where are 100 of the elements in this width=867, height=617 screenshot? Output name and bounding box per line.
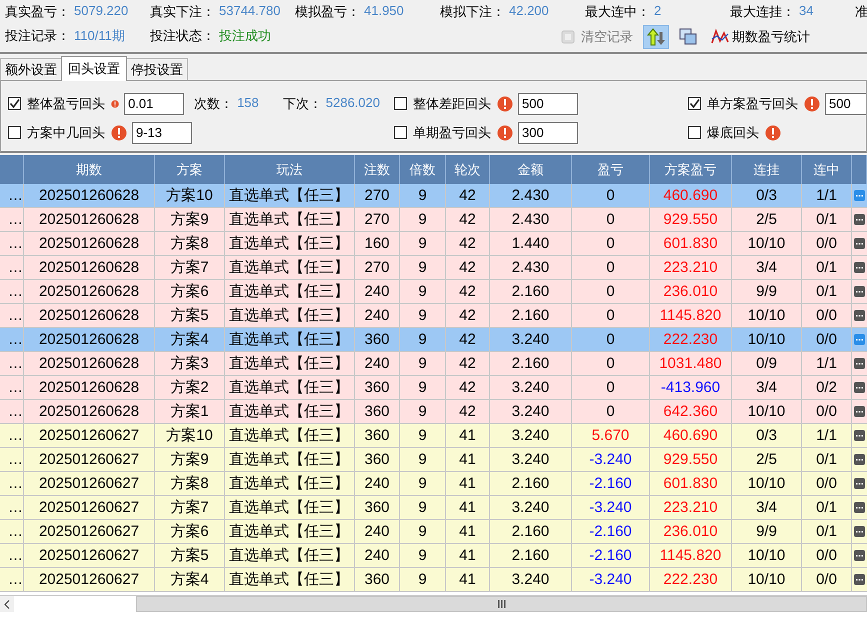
more-button-icon[interactable] [854, 502, 865, 513]
table-cell: 360 [364, 379, 390, 396]
table-cell: 2.430 [512, 187, 550, 204]
table-cell: 方案1 [170, 402, 209, 421]
table-cell: 9 [418, 331, 427, 348]
table-cell: -3.240 [589, 499, 632, 516]
table-row[interactable]: … 202501260627 方案6 直选单式【任三】 240 9 41 2.160 -2.160 236.010 9/9 0/1 [0, 520, 867, 544]
table-row[interactable]: … 202501260627 方案5 直选单式【任三】 240 9 41 2.160 -2.160 1145.820 10/10 0/0 [0, 544, 867, 568]
table-row[interactable]: … 202501260628 方案1 直选单式【任三】 360 9 42 3.240 0 642.360 10/10 0/0 [0, 400, 867, 424]
table-row[interactable]: … 202501260628 方案3 直选单式【任三】 240 9 42 2.160 0 1031.480 0/9 1/1 [0, 352, 867, 376]
table-cell: 202501260628 [38, 379, 140, 396]
table-row[interactable]: … 202501260628 方案8 直选单式【任三】 160 9 42 1.440 0 601.830 10/10 0/0 [0, 232, 867, 256]
up-down-arrows-button[interactable] [643, 25, 669, 49]
settings-tab[interactable]: 额外设置 [0, 58, 62, 80]
table-row[interactable]: … 202501260627 方案7 直选单式【任三】 360 9 41 3.240 -3.240 223.210 3/4 0/1 [0, 496, 867, 520]
checkbox[interactable] [688, 126, 701, 139]
table-cell: 1145.820 [660, 307, 722, 324]
more-button-icon[interactable] [854, 478, 865, 489]
table-cell: 0/9 [756, 355, 777, 372]
stat-label: 模拟下注： [440, 3, 505, 21]
stat-value: 53744.780 [219, 3, 280, 20]
table-cell: 2.160 [512, 307, 550, 324]
table-row[interactable]: … 202501260627 方案8 直选单式【任三】 240 9 41 2.160 -2.160 601.830 10/10 0/0 [0, 472, 867, 496]
table-cell: 360 [364, 331, 390, 348]
option-label: 爆底回头 [707, 124, 759, 142]
more-button-icon[interactable] [854, 382, 865, 393]
more-button-icon[interactable] [854, 214, 865, 225]
checkbox[interactable] [688, 97, 701, 110]
table-cell: 0 [606, 379, 615, 396]
more-button-icon[interactable] [854, 550, 865, 561]
toolbar-button[interactable]: 期数盈亏统计 [707, 25, 814, 49]
value-field[interactable]: 500 [825, 92, 866, 114]
horizontal-scrollbar[interactable] [0, 595, 867, 612]
more-button-icon[interactable] [854, 574, 865, 585]
table-cell: 0/0 [816, 547, 837, 564]
table-cell: … [8, 427, 23, 444]
table-row[interactable]: … 202501260628 方案9 直选单式【任三】 270 9 42 2.430 0 929.550 2/5 0/1 [0, 208, 867, 232]
table-row[interactable]: … 202501260627 方案10 直选单式【任三】 360 9 41 3.240 5.670 460.690 0/3 1/1 [0, 424, 867, 448]
more-button-icon[interactable] [854, 358, 865, 369]
table-row[interactable]: … 202501260627 方案9 直选单式【任三】 360 9 41 3.240 -3.240 929.550 2/5 0/1 [0, 448, 867, 472]
table-cell: 方案4 [170, 570, 209, 589]
table-cell: 1031.480 [659, 355, 722, 372]
table-cell: 9 [418, 499, 427, 516]
more-button-icon[interactable] [854, 262, 865, 273]
more-button-icon[interactable] [854, 190, 865, 201]
table-cell: -3.240 [589, 451, 632, 468]
settings-tab[interactable]: 回头设置 [61, 56, 127, 81]
checkbox[interactable] [8, 126, 21, 139]
table-row[interactable]: … 202501260628 方案5 直选单式【任三】 240 9 42 2.160 0 1145.820 10/10 0/0 [0, 304, 867, 328]
value-field[interactable]: 500 [518, 92, 578, 114]
stat-label: 真实下注： [150, 3, 215, 21]
table-cell: 41 [459, 451, 476, 468]
more-button-icon[interactable] [854, 286, 865, 297]
more-button-icon[interactable] [854, 334, 865, 345]
table-cell: 42 [459, 235, 476, 252]
table-cell: 202501260628 [38, 235, 140, 252]
table-cell: 42 [459, 379, 476, 396]
table-cell: 5.670 [592, 427, 630, 444]
table-cell: 0 [606, 283, 615, 300]
table-cell: 460.690 [663, 427, 718, 444]
more-button-icon[interactable] [854, 454, 865, 465]
table-cell: 223.210 [663, 259, 718, 276]
table-cell: 41 [459, 499, 476, 516]
table-cell: 直选单式【任三】 [229, 210, 349, 229]
more-button-icon[interactable] [854, 526, 865, 537]
table-cell: 直选单式【任三】 [229, 498, 349, 517]
table-row[interactable]: … 202501260628 方案4 直选单式【任三】 360 9 42 3.240 0 222.230 10/10 0/0 [0, 328, 867, 352]
value-field[interactable]: 300 [518, 122, 578, 144]
table-row[interactable]: … 202501260628 方案10 直选单式【任三】 270 9 42 2.430 0 460.690 0/3 1/1 [0, 184, 867, 208]
table-row[interactable]: … 202501260628 方案6 直选单式【任三】 240 9 42 2.160 0 236.010 9/9 0/1 [0, 280, 867, 304]
table-cell: 202501260628 [38, 331, 140, 348]
more-button-icon[interactable] [854, 310, 865, 321]
table-cell: 642.360 [663, 403, 718, 420]
more-button-icon[interactable] [854, 430, 865, 441]
table-cell: 9 [418, 283, 427, 300]
value-field[interactable]: 9-13 [132, 122, 192, 144]
table-row[interactable]: … 202501260628 方案2 直选单式【任三】 360 9 42 3.240 0 -413.960 3/4 0/2 [0, 376, 867, 400]
table-cell: … [8, 403, 23, 420]
table-cell: 3/4 [756, 259, 777, 276]
table-cell: … [8, 379, 23, 396]
table-cell: 41 [459, 475, 476, 492]
check-icon [9, 98, 20, 109]
table-row[interactable]: … 202501260628 方案7 直选单式【任三】 270 9 42 2.430 0 223.210 3/4 0/1 [0, 256, 867, 280]
checkbox[interactable] [8, 97, 21, 110]
table-cell: 223.210 [663, 499, 718, 516]
table-cell: 3.240 [512, 379, 550, 396]
settings-tab[interactable]: 停投设置 [126, 58, 188, 80]
more-button-icon[interactable] [854, 238, 865, 249]
table-row[interactable]: … 202501260627 方案4 直选单式【任三】 360 9 41 3.240 -3.240 222.230 10/10 0/0 [0, 568, 867, 592]
checkbox[interactable] [394, 126, 407, 139]
grip-icon[interactable] [498, 600, 506, 608]
more-button-icon[interactable] [854, 406, 865, 417]
table-cell: 0 [606, 403, 615, 420]
value-field[interactable]: 0.01 [124, 92, 184, 114]
table-cell: 41 [459, 427, 476, 444]
table-cell: 3.240 [512, 451, 550, 468]
table-cell: 方案6 [170, 282, 209, 301]
warning-icon [765, 124, 781, 140]
checkbox[interactable] [394, 97, 407, 110]
table-cell: 方案9 [170, 450, 209, 469]
